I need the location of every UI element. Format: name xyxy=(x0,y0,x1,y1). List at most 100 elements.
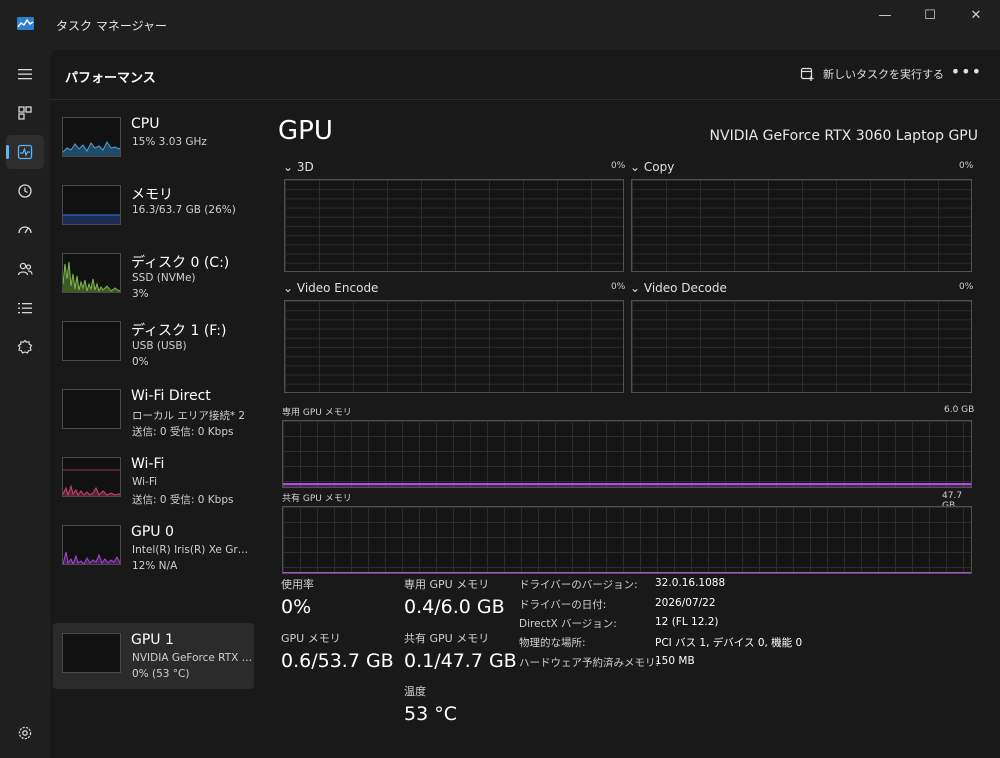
services-icon xyxy=(17,339,33,354)
device-item-disk-0[interactable]: ディスク 0 (C:) SSD (NVMe) 3% xyxy=(53,243,254,309)
directx-version-label: DirectX バージョン: xyxy=(519,618,617,630)
device-detail: USB (USB) xyxy=(132,340,187,352)
minimize-button[interactable]: — xyxy=(862,6,908,26)
title-bar: タスク マネージャー — ☐ ✕ xyxy=(0,0,1000,50)
device-detail: ローカル エリア接続* 2 xyxy=(132,410,246,422)
processes-icon xyxy=(18,106,32,120)
maximize-button[interactable]: ☐ xyxy=(907,6,953,26)
device-name: Wi-Fi xyxy=(131,456,165,472)
more-options-button[interactable]: ••• xyxy=(951,62,982,81)
device-item-memory[interactable]: メモリ 16.3/63.7 GB (26%) xyxy=(53,175,254,241)
nav-item-users[interactable] xyxy=(6,252,44,286)
nav-rail xyxy=(0,50,50,758)
engine-label: Copy xyxy=(643,160,675,174)
details-icon xyxy=(18,303,32,314)
device-item-wifi-direct[interactable]: Wi-Fi Direct ローカル エリア接続* 2 送信: 0 受信: 0 K… xyxy=(53,379,254,445)
device-throughput: 送信: 0 受信: 0 Kbps xyxy=(132,494,234,506)
device-name: Wi-Fi Direct xyxy=(131,388,211,404)
engine-video-decode-graph xyxy=(631,300,972,393)
device-item-wifi[interactable]: Wi-Fi Wi-Fi 送信: 0 受信: 0 Kbps xyxy=(53,447,254,513)
hardware-reserved-memory-value: 150 MB xyxy=(655,655,695,667)
driver-version-value: 32.0.16.1088 xyxy=(655,577,726,589)
driver-date-label: ドライバーの日付: xyxy=(519,599,607,611)
driver-version-label: ドライバーのバージョン: xyxy=(519,579,638,591)
app-history-icon xyxy=(18,184,32,198)
engine-copy-graph xyxy=(631,179,972,272)
device-thumbnail-graph xyxy=(62,117,121,157)
engine-video-decode-selector[interactable]: ⌄ Video Decode xyxy=(630,281,727,295)
device-thumbnail-graph xyxy=(62,321,121,361)
temperature-label: 温度 xyxy=(404,685,426,698)
nav-item-details[interactable] xyxy=(6,291,44,325)
shared-memory-graph-label: 共有 GPU メモリ xyxy=(282,494,352,504)
device-thumbnail-graph xyxy=(62,633,121,673)
device-detail: 16.3/63.7 GB (26%) xyxy=(132,204,236,216)
device-name: ディスク 1 (F:) xyxy=(131,323,227,339)
page-title: パフォーマンス xyxy=(65,71,156,86)
dedicated-memory-label: 専用 GPU メモリ xyxy=(404,578,490,591)
nav-item-processes[interactable] xyxy=(6,96,44,130)
device-item-cpu[interactable]: CPU 15% 3.03 GHz xyxy=(53,107,254,173)
directx-version-value: 12 (FL 12.2) xyxy=(655,616,719,628)
engine-label: Video Encode xyxy=(296,281,379,295)
gpu-memory-label: GPU メモリ xyxy=(281,632,341,645)
device-usage: 12% N/A xyxy=(132,560,178,572)
device-throughput: 送信: 0 受信: 0 Kbps xyxy=(132,426,234,438)
shared-memory-graph xyxy=(282,506,972,574)
device-name: GPU 0 xyxy=(131,524,174,540)
nav-item-startup-apps[interactable] xyxy=(6,213,44,247)
nav-menu-button[interactable] xyxy=(6,57,44,91)
utilization-value: 0% xyxy=(281,596,312,618)
device-item-gpu-0[interactable]: GPU 0 Intel(R) Iris(R) Xe Graphics 12% N… xyxy=(53,515,254,581)
device-detail: SSD (NVMe) xyxy=(132,272,196,284)
device-thumbnail-graph xyxy=(62,253,121,293)
device-item-disk-1[interactable]: ディスク 1 (F:) USB (USB) 0% xyxy=(53,311,254,377)
device-thumbnail-graph xyxy=(62,525,121,565)
device-detail: Wi-Fi xyxy=(132,476,158,488)
shared-memory-usage-fill xyxy=(283,572,971,573)
settings-icon xyxy=(18,726,32,740)
hardware-reserved-memory-label: ハードウェア予約済みメモリ: xyxy=(519,657,660,669)
engine-3d-selector[interactable]: ⌄ 3D xyxy=(283,160,314,174)
device-item-gpu-1[interactable]: GPU 1 NVIDIA GeForce RTX 3060 Laptop GPU… xyxy=(53,623,254,689)
run-new-task-button[interactable]: 新しいタスクを実行する xyxy=(800,66,944,82)
main-content: パフォーマンス 新しいタスクを実行する ••• CPU 15% 3.03 GHz… xyxy=(50,50,1000,758)
physical-location-value: PCI バス 1, デバイス 0, 機能 0 xyxy=(655,637,803,649)
nav-item-app-history[interactable] xyxy=(6,174,44,208)
dedicated-memory-graph-max: 6.0 GB xyxy=(944,405,975,415)
startup-apps-icon xyxy=(18,226,32,234)
device-thumbnail-graph xyxy=(62,185,121,225)
dedicated-memory-value: 0.4/6.0 GB xyxy=(404,596,505,618)
chevron-down-icon: ⌄ xyxy=(630,281,644,295)
device-name: CPU xyxy=(131,116,160,132)
nav-item-settings[interactable] xyxy=(6,716,44,750)
device-detail: NVIDIA GeForce RTX 3060 Laptop GPU xyxy=(132,652,254,664)
run-new-task-label: 新しいタスクを実行する xyxy=(823,68,944,81)
engine-label: Video Decode xyxy=(643,281,727,295)
gpu-model-name: NVIDIA GeForce RTX 3060 Laptop GPU xyxy=(709,128,978,144)
device-thumbnail-graph xyxy=(62,389,121,429)
dedicated-memory-graph-label: 専用 GPU メモリ xyxy=(282,408,352,418)
performance-icon xyxy=(17,144,33,160)
page-header: パフォーマンス 新しいタスクを実行する ••• xyxy=(50,50,1000,100)
engine-video-encode-selector[interactable]: ⌄ Video Encode xyxy=(283,281,378,295)
device-name: ディスク 0 (C:) xyxy=(131,255,230,271)
close-button[interactable]: ✕ xyxy=(953,6,999,26)
device-name: GPU 1 xyxy=(131,632,174,648)
engine-percent: 0% xyxy=(611,282,626,292)
device-name: メモリ xyxy=(131,187,173,203)
gpu-title: GPU xyxy=(278,116,333,146)
users-icon xyxy=(17,262,33,276)
engine-3d-graph xyxy=(284,179,624,272)
window-title: タスク マネージャー xyxy=(56,19,167,33)
utilization-label: 使用率 xyxy=(281,578,314,591)
nav-item-performance[interactable] xyxy=(6,135,44,169)
driver-date-value: 2026/07/22 xyxy=(655,597,716,609)
new-task-icon xyxy=(800,67,814,81)
nav-item-services[interactable] xyxy=(6,330,44,364)
engine-percent: 0% xyxy=(611,161,626,171)
engine-copy-selector[interactable]: ⌄ Copy xyxy=(630,160,674,174)
engine-label: 3D xyxy=(296,160,314,174)
temperature-value: 53 °C xyxy=(404,703,457,725)
device-usage: 0% (53 °C) xyxy=(132,668,190,680)
